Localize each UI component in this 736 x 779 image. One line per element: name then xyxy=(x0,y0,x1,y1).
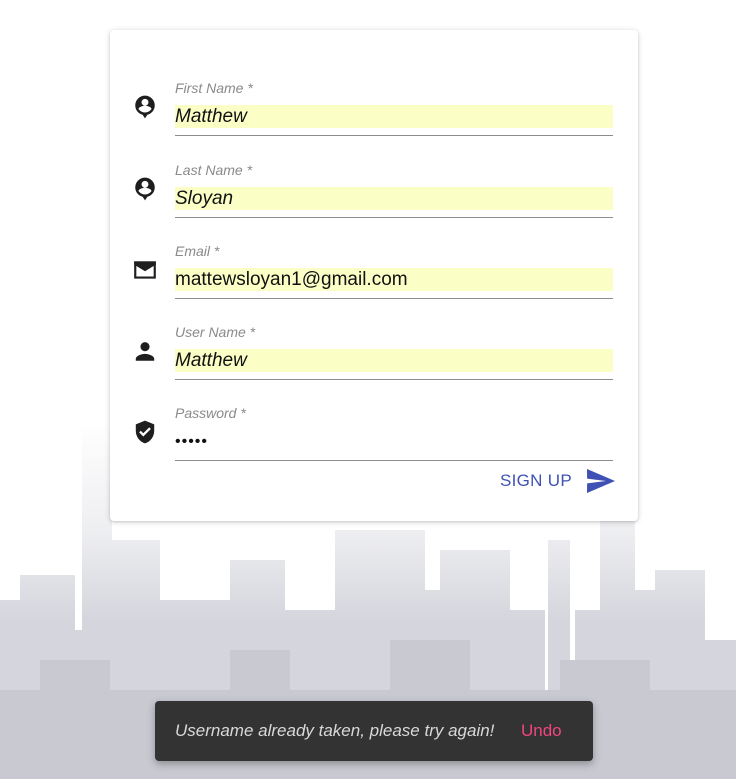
last-name-field: Last Name * xyxy=(110,142,638,218)
account-circle-icon xyxy=(132,176,158,202)
first-name-underline xyxy=(175,135,613,136)
person-icon xyxy=(132,338,158,364)
user-name-input[interactable] xyxy=(175,349,613,372)
password-underline xyxy=(175,460,613,461)
first-name-input[interactable] xyxy=(175,105,613,128)
first-name-field: First Name * xyxy=(110,60,638,136)
last-name-underline xyxy=(175,217,613,218)
last-name-input[interactable] xyxy=(175,187,613,210)
password-label: Password * xyxy=(175,405,246,421)
password-input[interactable]: ••••• xyxy=(175,430,613,453)
sign-up-label: SIGN UP xyxy=(500,471,573,490)
user-name-label: User Name * xyxy=(175,324,256,340)
email-field: Email * xyxy=(110,223,638,299)
account-circle-icon xyxy=(132,94,158,120)
user-name-underline xyxy=(175,379,613,380)
first-name-label: First Name * xyxy=(175,80,253,96)
signup-form-card: First Name * Last Name * Email * User Na… xyxy=(110,30,638,521)
snackbar: Username already taken, please try again… xyxy=(155,701,593,761)
snackbar-message: Username already taken, please try again… xyxy=(175,721,495,740)
send-icon xyxy=(586,468,616,494)
last-name-label: Last Name * xyxy=(175,162,253,178)
user-name-field: User Name * xyxy=(110,304,638,380)
undo-button[interactable]: Undo xyxy=(521,721,562,741)
email-underline xyxy=(175,298,613,299)
email-label: Email * xyxy=(175,243,220,259)
verified-shield-icon xyxy=(132,419,158,445)
email-icon xyxy=(132,257,158,283)
password-field: Password * ••••• xyxy=(110,385,638,461)
sign-up-button[interactable]: SIGN UP xyxy=(496,465,620,497)
email-input[interactable] xyxy=(175,268,613,291)
